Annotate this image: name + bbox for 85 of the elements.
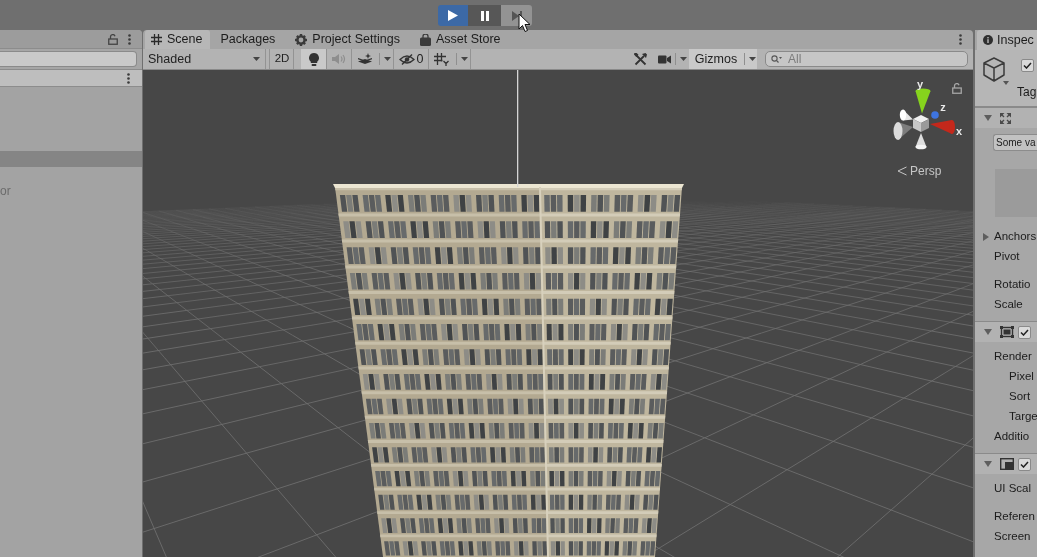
center-cube[interactable] [913,115,929,132]
tab[interactable]: Scene [145,30,211,49]
tab[interactable]: Project Settings [285,30,410,49]
active-checkbox[interactable] [1021,59,1034,72]
grid-icon [434,52,449,66]
square-frame-icon [1000,326,1014,338]
more-icon[interactable] [959,34,962,45]
component-header[interactable] [975,321,1037,342]
axis-cone[interactable] [899,109,913,121]
shading-dropdown[interactable]: Shaded [145,49,265,69]
triangle-down-icon[interactable] [984,115,992,121]
cube-icon[interactable] [983,57,1005,82]
caret-icon [384,57,391,61]
more-icon[interactable] [128,33,131,45]
property-label: Referen [994,510,1035,524]
caret-icon[interactable] [1003,81,1009,85]
four-arrows-icon [1000,112,1011,124]
chevron-icon [897,166,907,177]
search-field[interactable] [0,51,137,67]
nested-squares-icon [1000,458,1014,470]
gear-icon [295,33,308,46]
search-field[interactable]: All [765,51,968,67]
lighting-toggle[interactable] [301,49,327,69]
eye-slash-icon [398,53,415,65]
dropdown[interactable]: Some va [993,134,1037,151]
property-label: Targe [1009,410,1037,424]
axis-cone[interactable] [915,133,927,150]
checkmark-icon [1020,328,1029,336]
dropdown-button[interactable] [377,49,394,69]
property-label: Pixel [1009,370,1034,384]
triangle-right-icon[interactable] [983,233,989,241]
property-label: Render [994,350,1032,364]
tab[interactable]: Inspec [977,30,1037,50]
play-icon [448,10,458,21]
2d-mode-toggle[interactable]: 2D [271,49,294,69]
enabled-checkbox[interactable] [1018,325,1031,339]
component-header[interactable] [975,453,1037,474]
padlock-icon[interactable] [108,33,118,45]
hidden-objects-toggle[interactable]: 0 [394,49,429,69]
pause-icon [480,10,489,21]
axis-cone[interactable] [893,122,913,140]
info-icon [983,35,993,45]
property-label: Sort [1009,390,1031,404]
caret-icon [253,57,260,61]
tab[interactable]: Packages [210,30,286,49]
component-header[interactable] [975,107,1037,128]
pause-button[interactable] [468,5,501,26]
speaker-icon [332,54,346,64]
axis-label: z [940,101,946,113]
caret-icon [680,57,687,61]
lightbulb-icon [308,52,319,66]
search-icon [771,55,782,63]
axis-cone[interactable] [915,88,931,114]
scene-viewport[interactable]: y z x Persp [143,70,973,557]
enabled-checkbox[interactable] [1018,457,1031,471]
caret-icon [749,57,756,61]
more-icon[interactable] [127,72,130,84]
property-label: Additio [994,430,1030,444]
axis-label: y [916,78,924,90]
tag-label: Tag [1016,85,1037,100]
projection-toggle[interactable]: Persp [897,164,942,179]
triangle-down-icon[interactable] [984,329,992,335]
crossed-tools-icon [634,52,647,66]
triangle-down-icon[interactable] [984,461,992,467]
stacked-layers-icon [357,53,372,65]
dropdown-button[interactable] [743,49,757,69]
checkmark-icon [1023,62,1032,69]
gizmos-toggle[interactable]: Gizmos [689,49,743,69]
property-label: Pivot [994,250,1020,264]
property-label: UI Scal [994,482,1032,496]
property-label: Scale [994,298,1023,312]
grid-icon [151,34,162,45]
dropdown-button[interactable] [454,49,471,69]
mouse-cursor-icon [518,13,531,33]
checkmark-icon [1020,460,1029,468]
shopping-bag-icon [419,33,431,46]
property-label: Screen [994,530,1031,544]
video-camera-icon [657,54,671,64]
padlock-icon[interactable] [952,83,962,94]
property-label: Rotatio [994,278,1031,292]
foldout-label[interactable]: Anchors [994,230,1037,244]
caret-icon [461,57,468,61]
axis-label: x [955,125,963,137]
tab[interactable]: Asset Store [409,30,511,49]
play-button[interactable] [438,5,468,26]
